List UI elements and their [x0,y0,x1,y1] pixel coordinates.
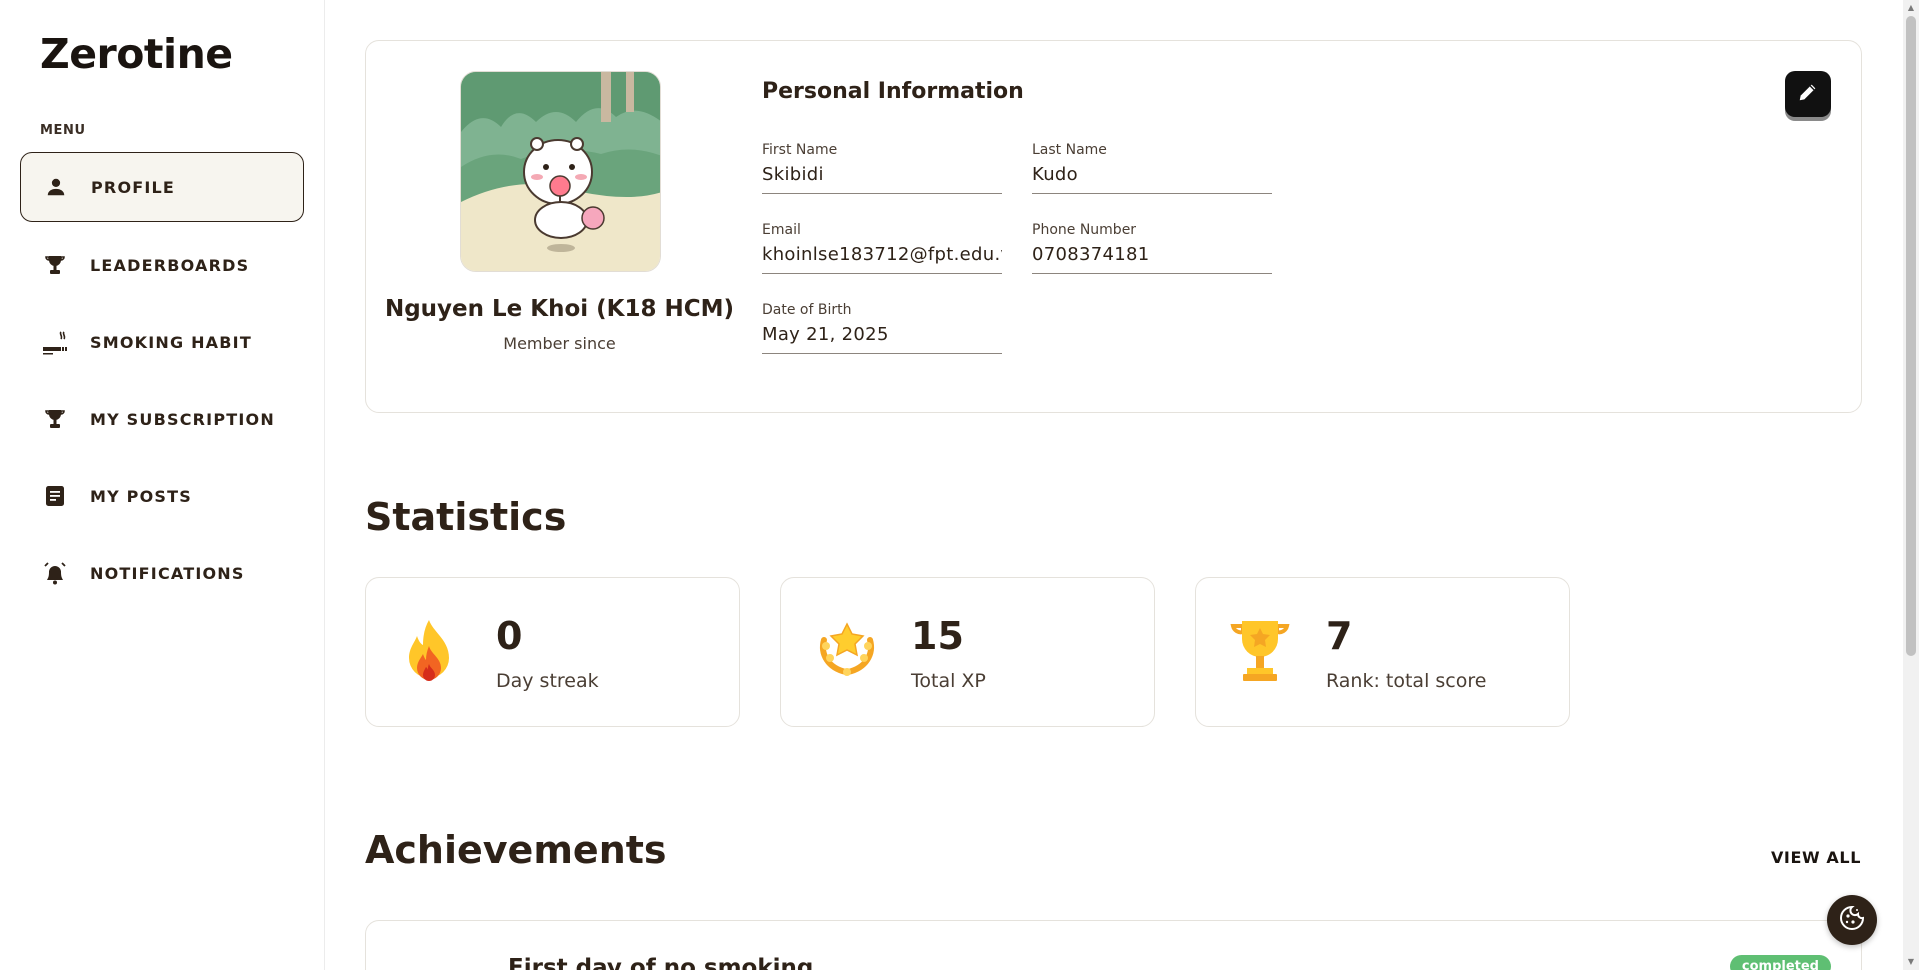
profile-card: Nguyen Le Khoi (K18 HCM) Member since Pe… [365,40,1862,413]
field-value[interactable]: Kudo [1032,164,1272,193]
gold-trophy-icon [1229,618,1290,684]
field-value[interactable]: Skibidi [762,164,1002,193]
view-all-link[interactable]: VIEW ALL [1771,848,1861,867]
scroll-down-arrow[interactable]: ▼ [1906,957,1916,967]
sidebar-item-my-subscription[interactable]: MY SUBSCRIPTION [20,384,304,454]
stat-card-rank: 7 Rank: total score [1195,577,1570,727]
stat-value: 0 [496,614,523,658]
scrollbar-thumb[interactable] [1906,16,1916,656]
sidebar-item-my-posts[interactable]: MY POSTS [20,461,304,531]
achievements-heading: Achievements [365,828,667,872]
last-name-field[interactable]: Last Name Kudo [1032,142,1272,194]
statistics-heading: Statistics [365,495,567,539]
sidebar-item-profile[interactable]: PROFILE [20,152,304,222]
sidebar-item-leaderboards[interactable]: LEADERBOARDS [20,230,304,300]
sidebar-item-label: NOTIFICATIONS [90,563,245,583]
smoking-icon [42,329,68,355]
fire-icon [399,618,459,684]
field-value[interactable]: May 21, 2025 [762,324,1002,353]
trophy-icon [42,406,68,432]
field-value[interactable]: khoinlse183712@fpt.edu.vn [762,244,1002,273]
person-icon [43,174,69,200]
menu-label: MENU [40,123,86,138]
avatar [460,71,661,272]
sidebar-item-label: PROFILE [91,177,176,197]
sidebar-item-label: LEADERBOARDS [90,255,250,275]
stat-label: Rank: total score [1326,670,1487,692]
sidebar-item-notifications[interactable]: NOTIFICATIONS [20,538,304,608]
profile-name: Nguyen Le Khoi (K18 HCM) [384,296,735,322]
field-label: Last Name [1032,142,1107,158]
field-value[interactable]: 0708374181 [1032,244,1272,273]
laurel-star-icon [814,618,874,684]
first-name-field[interactable]: First Name Skibidi [762,142,1002,194]
sidebar-item-smoking-habit[interactable]: SMOKING HABIT [20,307,304,377]
stat-value: 15 [911,614,964,658]
status-badge: completed [1729,955,1831,970]
sidebar: Zerotine MENU PROFILE LEADERBOARDS SMOKI… [0,0,325,970]
stat-label: Day streak [496,670,599,692]
scroll-up-arrow[interactable]: ▲ [1906,3,1916,13]
field-label: First Name [762,142,838,158]
edit-profile-button[interactable] [1785,71,1831,117]
stat-value: 7 [1326,614,1353,658]
field-label: Email [762,222,801,238]
sidebar-item-label: MY POSTS [90,486,192,506]
sidebar-item-label: SMOKING HABIT [90,332,252,352]
field-label: Phone Number [1032,222,1137,238]
email-field[interactable]: Email khoinlse183712@fpt.edu.vn [762,222,1002,274]
stat-label: Total XP [911,670,986,692]
alarm-bell-icon [42,560,68,586]
achievement-title: First day of no smoking [508,955,814,970]
pencil-icon [1797,81,1819,107]
vertical-scrollbar[interactable]: ▲ ▼ [1903,0,1919,970]
floating-action-button[interactable] [1827,895,1877,945]
phone-number-field[interactable]: Phone Number 0708374181 [1032,222,1272,274]
date-of-birth-field[interactable]: Date of Birth May 21, 2025 [762,302,1002,354]
stat-card-xp: 15 Total XP [780,577,1155,727]
achievement-card: First day of no smoking completed [365,920,1862,970]
trophy-icon [42,252,68,278]
member-since: Member since [503,334,616,353]
personal-info-title: Personal Information [762,79,1024,104]
document-icon [42,483,68,509]
brand-logo[interactable]: Zerotine [40,30,233,78]
stat-card-streak: 0 Day streak [365,577,740,727]
sidebar-item-label: MY SUBSCRIPTION [90,409,275,429]
field-label: Date of Birth [762,302,852,318]
cookie-icon [1838,904,1866,936]
